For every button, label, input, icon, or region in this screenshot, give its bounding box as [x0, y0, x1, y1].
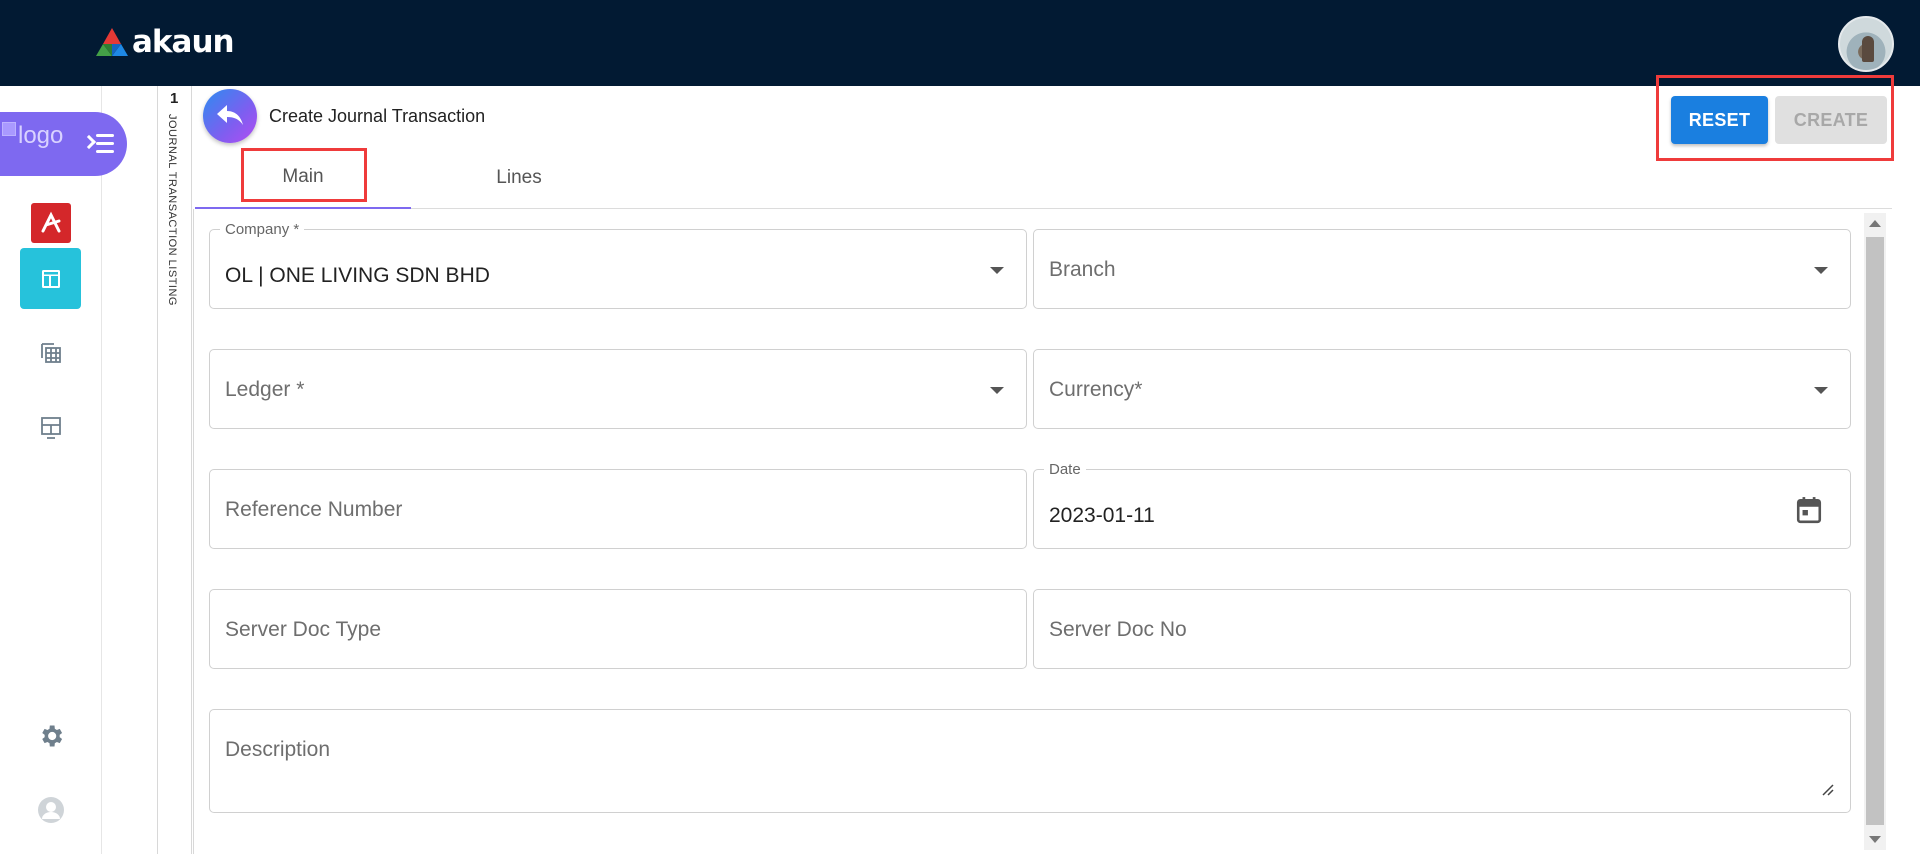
- scrollbar-thumb[interactable]: [1866, 237, 1884, 825]
- date-input[interactable]: Date 2023-01-11: [1033, 461, 1851, 549]
- chevron-down-icon: [990, 387, 1004, 394]
- tab-lines[interactable]: Lines: [411, 147, 627, 209]
- company-select[interactable]: Company * OL | ONE LIVING SDN BHD: [209, 221, 1027, 309]
- server-doc-type-placeholder: Server Doc Type: [225, 618, 382, 641]
- date-label: Date: [1044, 461, 1086, 478]
- strip-number: 1: [170, 90, 179, 107]
- calendar-icon[interactable]: [1796, 496, 1822, 524]
- sidebar-item-layout[interactable]: [20, 396, 81, 457]
- resize-handle-icon[interactable]: [1820, 782, 1834, 796]
- highlight-box-main-tab: [241, 148, 367, 202]
- page-title: Create Journal Transaction: [269, 106, 486, 126]
- chevron-down-icon: [1814, 267, 1828, 274]
- chevron-down-icon: [990, 267, 1004, 274]
- ledger-placeholder: Ledger *: [225, 378, 305, 401]
- sidebar-item-listing[interactable]: [20, 322, 81, 383]
- app-logo-icon: [30, 202, 71, 243]
- ledger-select[interactable]: Ledger *: [209, 349, 1027, 429]
- scroll-up-arrow-icon[interactable]: [1869, 220, 1881, 227]
- broken-logo-image: logo: [2, 122, 63, 150]
- sidebar-logo-pill: logo: [0, 112, 127, 176]
- date-value: 2023-01-11: [1049, 504, 1155, 527]
- brand-name: akaun: [132, 24, 235, 60]
- sidebar-item-settings[interactable]: [20, 705, 81, 766]
- sidebar-item-dashboard[interactable]: [20, 248, 81, 309]
- menu-collapse-icon[interactable]: [81, 130, 114, 158]
- server-doc-no-placeholder: Server Doc No: [1049, 618, 1187, 641]
- dashboard-icon: [41, 269, 60, 288]
- branch-select[interactable]: Branch: [1033, 229, 1851, 309]
- listing-strip[interactable]: 1 JOURNAL TRANSACTION LISTING: [157, 86, 192, 854]
- server-doc-no-input[interactable]: Server Doc No: [1033, 589, 1851, 669]
- brand-logo[interactable]: akaun: [94, 24, 235, 60]
- currency-select[interactable]: Currency*: [1033, 349, 1851, 429]
- top-bar: akaun: [0, 0, 1920, 86]
- tab-bar: Main Lines: [195, 147, 1892, 209]
- sidebar-item-profile[interactable]: [20, 779, 81, 840]
- company-value: OL | ONE LIVING SDN BHD: [225, 264, 490, 287]
- gear-icon: [41, 725, 62, 746]
- table-list-icon: [40, 342, 61, 363]
- currency-placeholder: Currency*: [1049, 378, 1143, 401]
- avatar[interactable]: [1838, 16, 1894, 72]
- sidebar-item-app[interactable]: [20, 192, 81, 253]
- reply-arrow-icon: [217, 105, 243, 125]
- user-icon: [37, 796, 64, 823]
- reference-number-input[interactable]: Reference Number: [209, 469, 1027, 549]
- back-button[interactable]: [203, 89, 257, 143]
- layout-icon: [40, 416, 61, 439]
- description-textarea[interactable]: Description: [209, 709, 1851, 813]
- branch-placeholder: Branch: [1049, 258, 1116, 281]
- company-label: Company *: [220, 221, 305, 238]
- sidebar: logo: [0, 86, 127, 854]
- reference-number-placeholder: Reference Number: [225, 498, 403, 521]
- scroll-down-arrow-icon[interactable]: [1869, 836, 1881, 843]
- form-scrollbar[interactable]: [1864, 213, 1886, 850]
- server-doc-type-input[interactable]: Server Doc Type: [209, 589, 1027, 669]
- description-placeholder: Description: [225, 738, 331, 761]
- form-area: Company * OL | ONE LIVING SDN BHD Branch…: [193, 209, 1892, 854]
- chevron-down-icon: [1814, 387, 1828, 394]
- strip-label: JOURNAL TRANSACTION LISTING: [166, 114, 178, 306]
- akaun-logo-icon: [96, 28, 128, 56]
